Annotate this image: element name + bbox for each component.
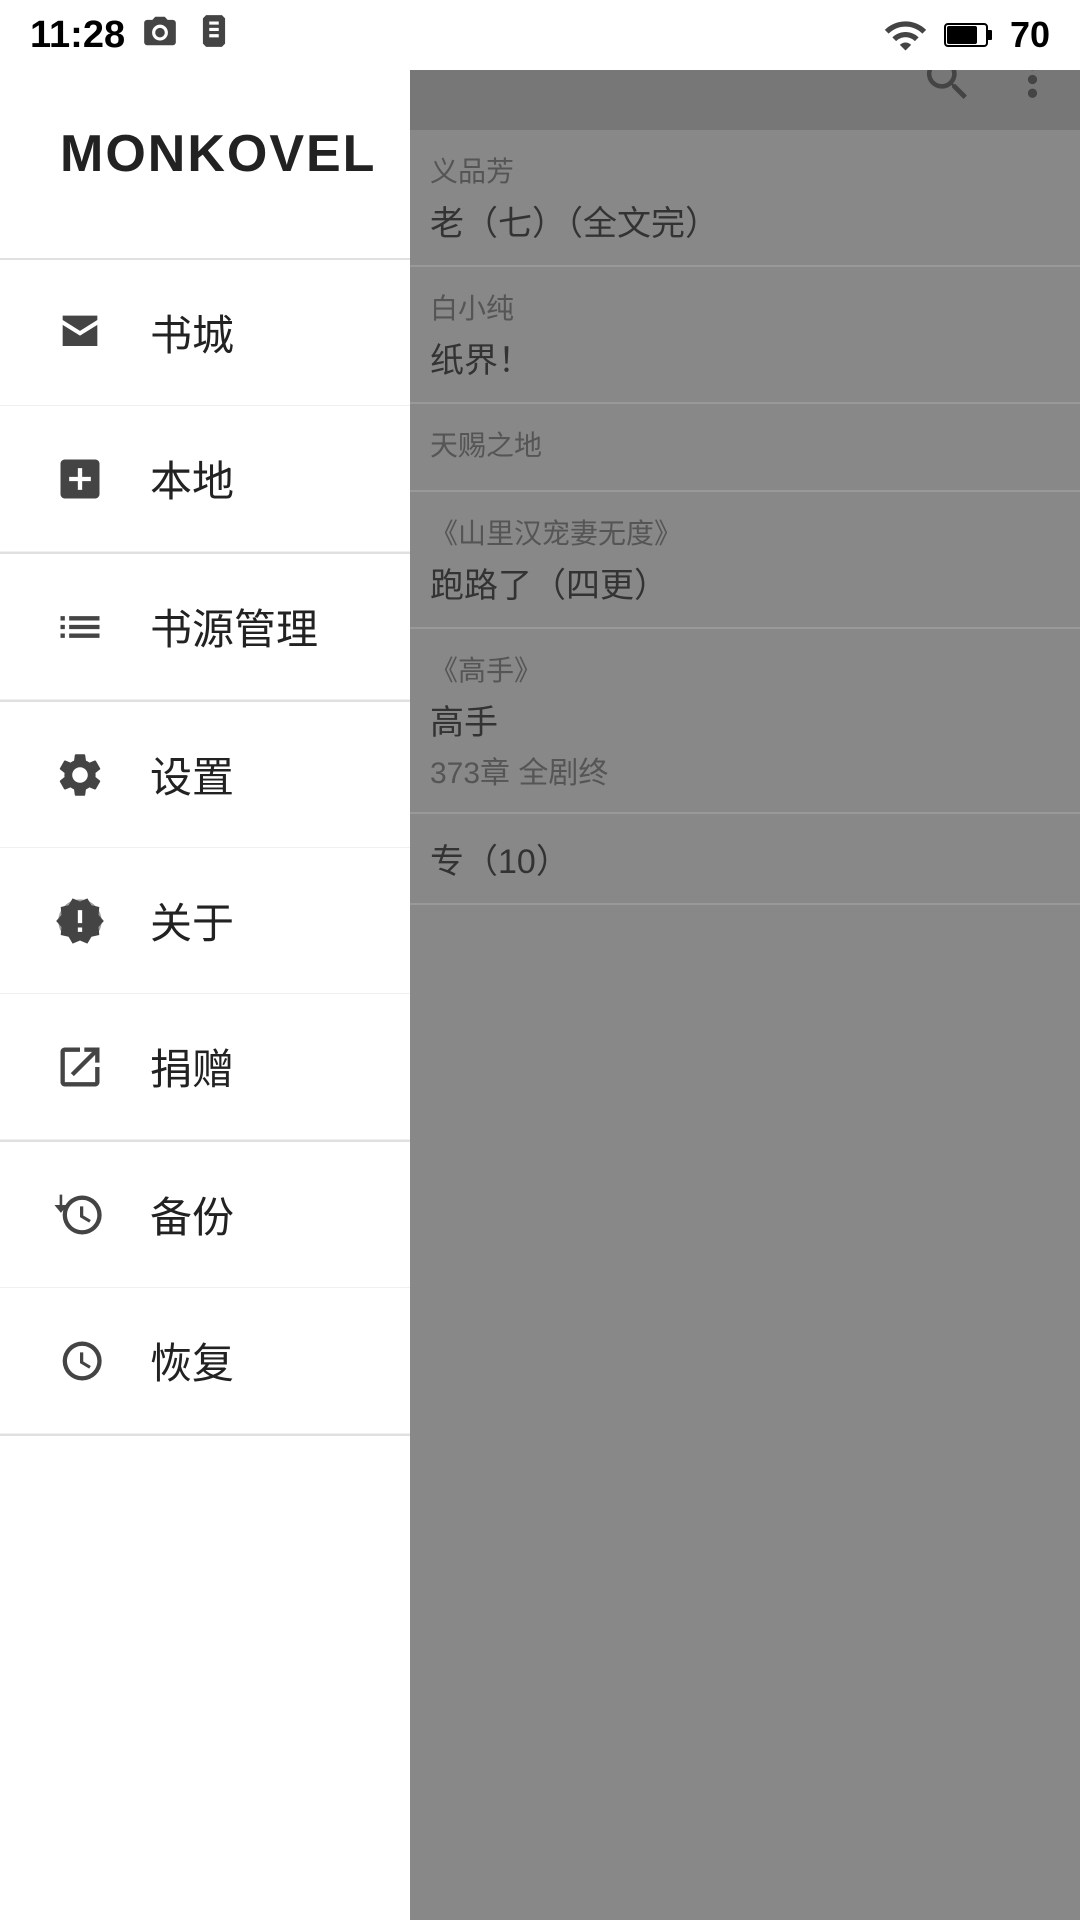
main-content-panel: 义品芳 老（七）（全文完） 白小纯 纸界！ 天赐之地 《山里汉宠妻无度》 跑路了… <box>400 0 1080 1920</box>
item-title: 纸界！ <box>430 333 1050 382</box>
settings-label: 设置 <box>150 744 234 805</box>
item-sub: 《高手》 <box>430 649 1050 689</box>
list-item: 《山里汉宠妻无度》 跑路了（四更） <box>400 492 1080 629</box>
item-sub: 白小纯 <box>430 287 1050 327</box>
sidebar-item-backup[interactable]: 备份 <box>0 1142 410 1288</box>
navigation-drawer: MONKOVEL 书城 本地 书源管理 <box>0 0 410 1920</box>
external-link-icon <box>50 1037 110 1097</box>
sidebar-item-source-manage[interactable]: 书源管理 <box>0 554 410 700</box>
bookstore-label: 书城 <box>150 302 234 363</box>
drawer-section-main: 书城 本地 <box>0 260 410 554</box>
sidebar-item-donate[interactable]: 捐赠 <box>0 994 410 1140</box>
list-item: 《高手》 高手 373章 全剧终 <box>400 629 1080 814</box>
list-icon <box>50 597 110 657</box>
backup-icon <box>50 1185 110 1245</box>
restore-icon <box>50 1331 110 1391</box>
gear-icon <box>50 745 110 805</box>
local-label: 本地 <box>150 448 234 509</box>
sidebar-item-settings[interactable]: 设置 <box>0 702 410 848</box>
wifi-icon <box>883 13 928 58</box>
right-content-list: 义品芳 老（七）（全文完） 白小纯 纸界！ 天赐之地 《山里汉宠妻无度》 跑路了… <box>400 130 1080 905</box>
backup-label: 备份 <box>150 1184 234 1245</box>
item-title: 老（七）（全文完） <box>430 196 1050 245</box>
sim-icon <box>195 12 233 58</box>
drawer-section-backup: 备份 恢复 <box>0 1142 410 1436</box>
sidebar-item-restore[interactable]: 恢复 <box>0 1288 410 1434</box>
item-desc: 373章 全剧终 <box>430 748 1050 792</box>
battery-level: 70 <box>1010 14 1050 56</box>
status-right: 70 <box>883 13 1050 58</box>
list-item: 白小纯 纸界！ <box>400 267 1080 404</box>
umbrella-icon <box>50 891 110 951</box>
item-title: 跑路了（四更） <box>430 558 1050 607</box>
list-item: 义品芳 老（七）（全文完） <box>400 130 1080 267</box>
item-sub: 天赐之地 <box>430 424 1050 464</box>
donate-label: 捐赠 <box>150 1036 234 1097</box>
plus-icon <box>50 449 110 509</box>
item-sub: 义品芳 <box>430 150 1050 190</box>
screenshot-icon <box>141 12 179 58</box>
sidebar-item-bookstore[interactable]: 书城 <box>0 260 410 406</box>
about-label: 关于 <box>150 890 234 951</box>
source-manage-label: 书源管理 <box>150 596 318 657</box>
sidebar-item-local[interactable]: 本地 <box>0 406 410 552</box>
item-title: 专（10） <box>430 834 1050 883</box>
list-item: 专（10） <box>400 814 1080 905</box>
drawer-section-settings: 设置 关于 捐赠 <box>0 702 410 1142</box>
list-item: 天赐之地 <box>400 404 1080 492</box>
app-name: MONKOVEL <box>60 124 376 184</box>
status-time: 11:28 <box>30 14 125 57</box>
item-title: 高手 <box>430 695 1050 744</box>
restore-label: 恢复 <box>150 1330 234 1391</box>
store-icon <box>50 303 110 363</box>
battery-icon <box>944 16 994 54</box>
item-sub: 《山里汉宠妻无度》 <box>430 512 1050 552</box>
drawer-section-source: 书源管理 <box>0 554 410 702</box>
status-bar: 11:28 70 <box>0 0 1080 70</box>
sidebar-item-about[interactable]: 关于 <box>0 848 410 994</box>
